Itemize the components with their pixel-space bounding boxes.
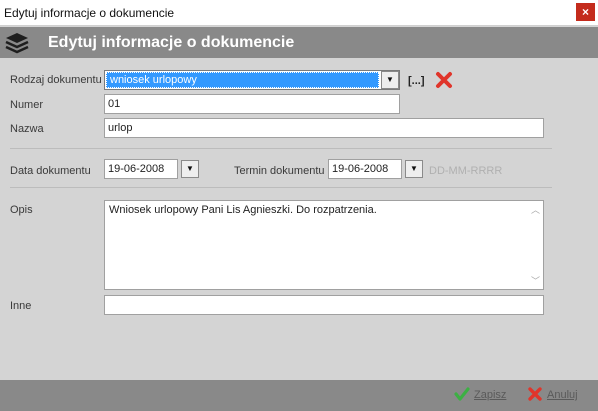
separator (10, 187, 552, 188)
save-label: Zapisz (474, 389, 507, 401)
rodzaj-label: Rodzaj dokumentu (10, 74, 102, 86)
nazwa-label: Nazwa (10, 123, 44, 135)
window-titlebar: Edytuj informacje o dokumencie × (0, 0, 598, 26)
opis-text: Wniosek urlopowy Pani Lis Agnieszki. Do … (109, 204, 377, 216)
termin-dropdown-button[interactable]: ▼ (405, 160, 423, 178)
rodzaj-select[interactable]: wniosek urlopowy ▼ (104, 70, 400, 90)
data-label: Data dokumentu (10, 165, 91, 177)
scroll-down-icon[interactable]: ﹀ (531, 274, 540, 287)
window-title: Edytuj informacje o dokumencie (4, 6, 175, 20)
layers-icon (5, 33, 29, 54)
rodzaj-select-value: wniosek urlopowy (106, 72, 379, 88)
separator (10, 148, 552, 149)
opis-label: Opis (10, 204, 33, 216)
cancel-label: Anuluj (547, 389, 578, 401)
chevron-down-icon: ▼ (410, 164, 418, 173)
inne-label: Inne (10, 300, 32, 312)
dialog-header: Edytuj informacje o dokumencie (0, 27, 598, 58)
cancel-button[interactable]: Anuluj (527, 387, 589, 404)
opis-textarea[interactable]: Wniosek urlopowy Pani Lis Agnieszki. Do … (104, 200, 544, 290)
chevron-down-icon: ▼ (186, 164, 194, 173)
close-icon: × (581, 5, 589, 19)
save-button[interactable]: Zapisz (454, 387, 514, 404)
rodzaj-dropdown-button[interactable]: ▼ (381, 71, 399, 89)
inne-field[interactable] (104, 295, 544, 315)
termin-field[interactable]: 19-06-2008 (328, 159, 402, 179)
checkmark-icon (454, 387, 470, 401)
vertical-scrollbar[interactable]: ︿ ﹀ (528, 201, 543, 289)
dialog-title: Edytuj informacje o dokumencie (48, 34, 295, 51)
nazwa-field[interactable]: urlop (104, 118, 544, 138)
date-format-hint: DD-MM-RRRR (429, 165, 503, 177)
numer-label: Numer (10, 99, 44, 111)
browse-button[interactable]: [...] (408, 75, 425, 87)
scroll-up-icon[interactable]: ︿ (531, 203, 540, 216)
data-dropdown-button[interactable]: ▼ (181, 160, 199, 178)
close-button[interactable]: × (576, 3, 595, 21)
numer-field[interactable]: 01 (104, 94, 400, 114)
data-field[interactable]: 19-06-2008 (104, 159, 178, 179)
dialog-footer: Zapisz Anuluj (0, 380, 598, 411)
form-area: Rodzaj dokumentu wniosek urlopowy ▼ [...… (0, 58, 598, 380)
delete-icon[interactable] (435, 71, 453, 89)
chevron-down-icon: ▼ (386, 75, 394, 84)
close-icon (528, 387, 542, 401)
termin-label: Termin dokumentu (234, 165, 325, 177)
